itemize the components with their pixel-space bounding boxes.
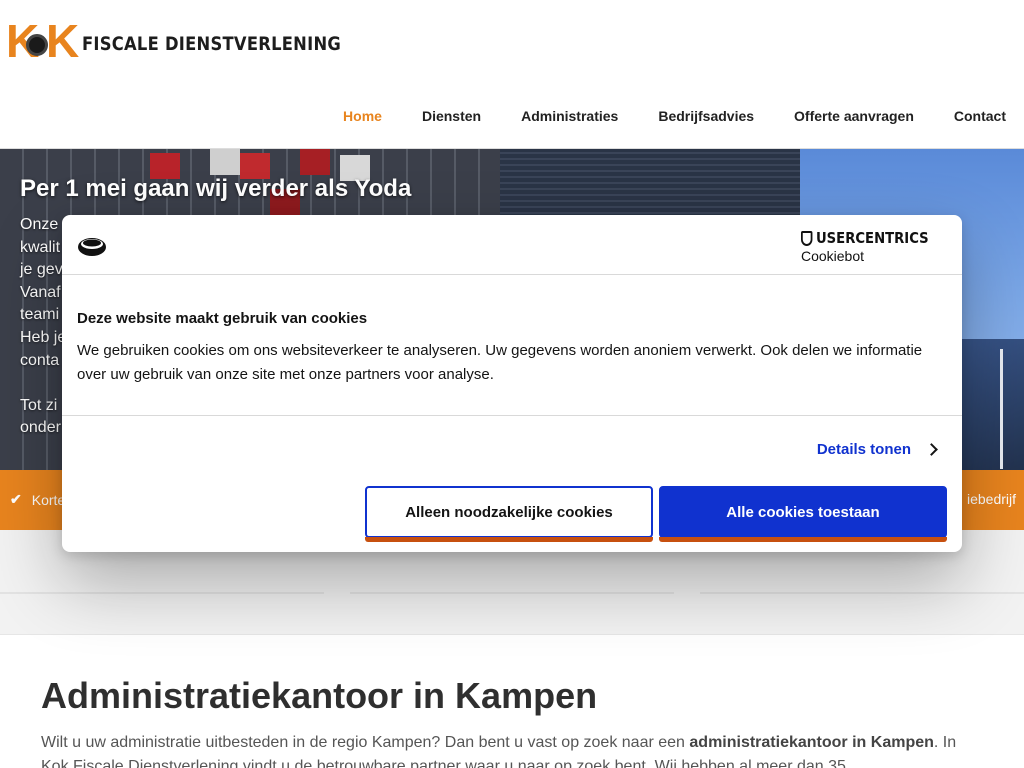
usercentrics-brand[interactable]: USERCENTRICS Cookiebot [800,229,946,264]
divider [62,415,962,416]
cookie-dialog-header: USERCENTRICS Cookiebot [62,215,962,275]
cookie-dialog-text: We gebruiken cookies om ons websiteverke… [77,342,923,383]
cookie-dialog-title: Deze website maakt gebruik van cookies [77,310,368,327]
allow-all-cookies-button[interactable]: Alle cookies toestaan [659,486,947,538]
button-underline [365,537,653,542]
necessary-cookies-button[interactable]: Alleen noodzakelijke cookies [365,486,653,538]
shield-icon [800,230,813,246]
cookie-dialog: USERCENTRICS Cookiebot Deze website maak… [62,215,962,552]
cookie-dialog-body: Deze website maakt gebruik van cookies W… [77,310,937,387]
details-label: Details tonen [816,441,911,458]
details-toggle[interactable]: Details tonen [816,441,938,458]
button-underline [659,537,947,542]
brand-top-text: USERCENTRICS [815,229,929,247]
chevron-right-icon [925,443,938,456]
cookie-icon [78,238,106,256]
cookie-overlay: USERCENTRICS Cookiebot Deze website maak… [0,0,1024,768]
usercentrics-logo: USERCENTRICS [800,229,929,247]
brand-bottom-text: Cookiebot [800,248,864,264]
